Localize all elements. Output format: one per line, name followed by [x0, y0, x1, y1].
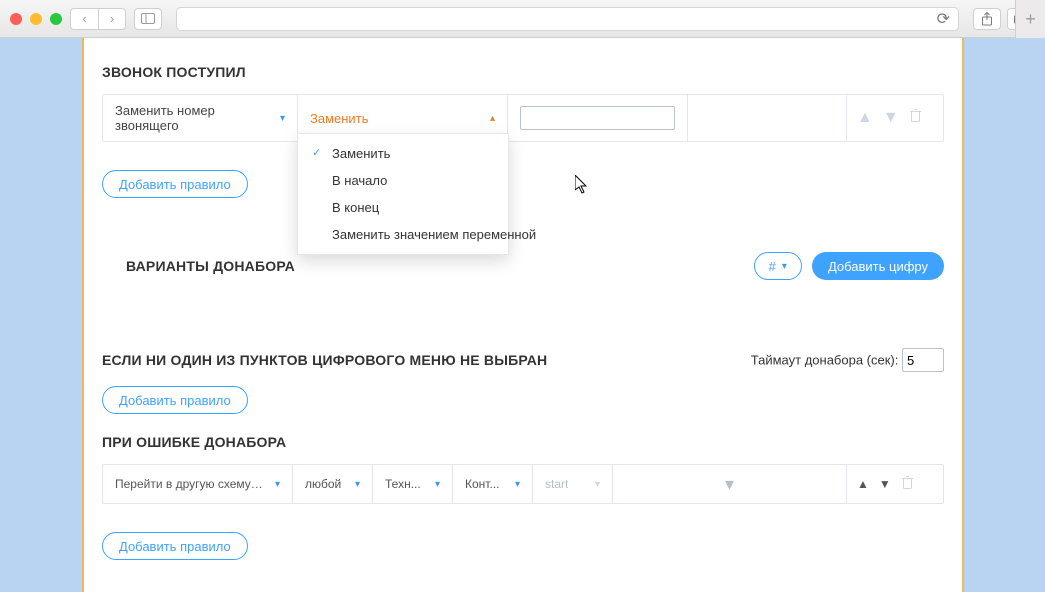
dropdown-item[interactable]: В начало [298, 167, 508, 194]
chevron-down-icon: ▾ [275, 479, 280, 490]
err-action-label: Перейти в другую схему обзвона если номе… [115, 477, 265, 491]
add-rule-button[interactable]: Добавить правило [102, 386, 248, 414]
section-error-title: ПРИ ОШИБКЕ ДОНАБОРА [102, 434, 944, 450]
chevron-down-icon: ▾ [595, 479, 600, 490]
hash-label: # [769, 259, 776, 274]
rule-action-select[interactable]: Заменить номер звонящего ▾ [103, 95, 298, 141]
rule-mode-select[interactable]: Заменить ▴ Заменить В начало В конец Зам… [298, 95, 508, 141]
chevron-down-icon: ▾ [515, 479, 520, 490]
sidebar-toggle-button[interactable] [134, 8, 162, 30]
sidebar-icon [141, 13, 155, 24]
err-col1-select[interactable]: Техн... ▾ [373, 465, 453, 503]
chevron-down-icon: ▾ [782, 261, 787, 272]
chevron-down-icon: ▾ [355, 479, 360, 490]
err-expand-cell[interactable]: ▾ [613, 465, 847, 503]
trash-icon[interactable] [909, 108, 922, 128]
rule-mode-label: Заменить [310, 111, 368, 126]
err-col1-label: Техн... [385, 477, 421, 491]
rule-value-cell [508, 95, 688, 141]
chevron-down-icon: ▾ [435, 479, 440, 490]
rule-actions: ▲ ▼ [847, 95, 943, 141]
rule-spacer [688, 95, 847, 141]
address-bar[interactable]: ⟳ [176, 7, 959, 31]
timeout-label: Таймаут донабора (сек): [751, 353, 899, 368]
back-button[interactable]: ‹ [70, 8, 98, 30]
err-col3-select[interactable]: start ▾ [533, 465, 613, 503]
err-col3-label: start [545, 477, 568, 491]
move-down-icon[interactable]: ▼ [879, 477, 891, 491]
rule-row: Перейти в другую схему обзвона если номе… [102, 464, 944, 504]
nav-buttons: ‹ › [70, 8, 126, 30]
err-col2-label: Конт... [465, 477, 499, 491]
move-up-icon[interactable]: ▲ [857, 477, 869, 491]
section-incoming-title: ЗВОНОК ПОСТУПИЛ [102, 64, 944, 80]
reload-icon[interactable]: ⟳ [937, 9, 950, 29]
chevron-up-icon: ▴ [490, 113, 495, 124]
chevron-down-icon: ▾ [725, 474, 734, 495]
add-rule-button[interactable]: Добавить правило [102, 170, 248, 198]
new-tab-button[interactable]: + [1015, 0, 1045, 38]
app-panel: ЗВОНОК ПОСТУПИЛ Заменить номер звонящего… [82, 38, 964, 592]
forward-button[interactable]: › [98, 8, 126, 30]
section-no-select-title: ЕСЛИ НИ ОДИН ИЗ ПУНКТОВ ЦИФРОВОГО МЕНЮ Н… [102, 352, 547, 368]
err-match-label: любой [305, 477, 341, 491]
timeout-input[interactable] [902, 348, 944, 372]
add-digit-button[interactable]: Добавить цифру [812, 252, 944, 280]
dropdown-item[interactable]: В конец [298, 194, 508, 221]
window-controls [10, 13, 62, 25]
err-action-select[interactable]: Перейти в другую схему обзвона если номе… [103, 465, 293, 503]
rule-row: Заменить номер звонящего ▾ Заменить ▴ За… [102, 94, 944, 142]
add-rule-button[interactable]: Добавить правило [102, 532, 248, 560]
err-col2-select[interactable]: Конт... ▾ [453, 465, 533, 503]
section-variants-title: ВАРИАНТЫ ДОНАБОРА [126, 258, 295, 274]
move-up-icon[interactable]: ▲ [857, 109, 873, 127]
share-icon [981, 12, 993, 26]
dropdown-item[interactable]: Заменить значением переменной [298, 221, 508, 248]
mode-dropdown: Заменить В начало В конец Заменить значе… [297, 133, 509, 255]
zoom-window-icon[interactable] [50, 13, 62, 25]
trash-icon[interactable] [901, 475, 914, 493]
rule-actions: ▲ ▼ [847, 465, 943, 503]
chevron-down-icon: ▾ [280, 113, 285, 124]
dropdown-item[interactable]: Заменить [298, 140, 508, 167]
browser-titlebar: ‹ › ⟳ [0, 0, 1045, 38]
hash-button[interactable]: # ▾ [754, 252, 802, 280]
rule-value-input[interactable] [520, 106, 675, 130]
minimize-window-icon[interactable] [30, 13, 42, 25]
timeout-field: Таймаут донабора (сек): [751, 348, 944, 372]
close-window-icon[interactable] [10, 13, 22, 25]
err-match-select[interactable]: любой ▾ [293, 465, 373, 503]
share-button[interactable] [973, 8, 1001, 30]
rule-action-label: Заменить номер звонящего [115, 103, 274, 133]
move-down-icon[interactable]: ▼ [883, 109, 899, 127]
